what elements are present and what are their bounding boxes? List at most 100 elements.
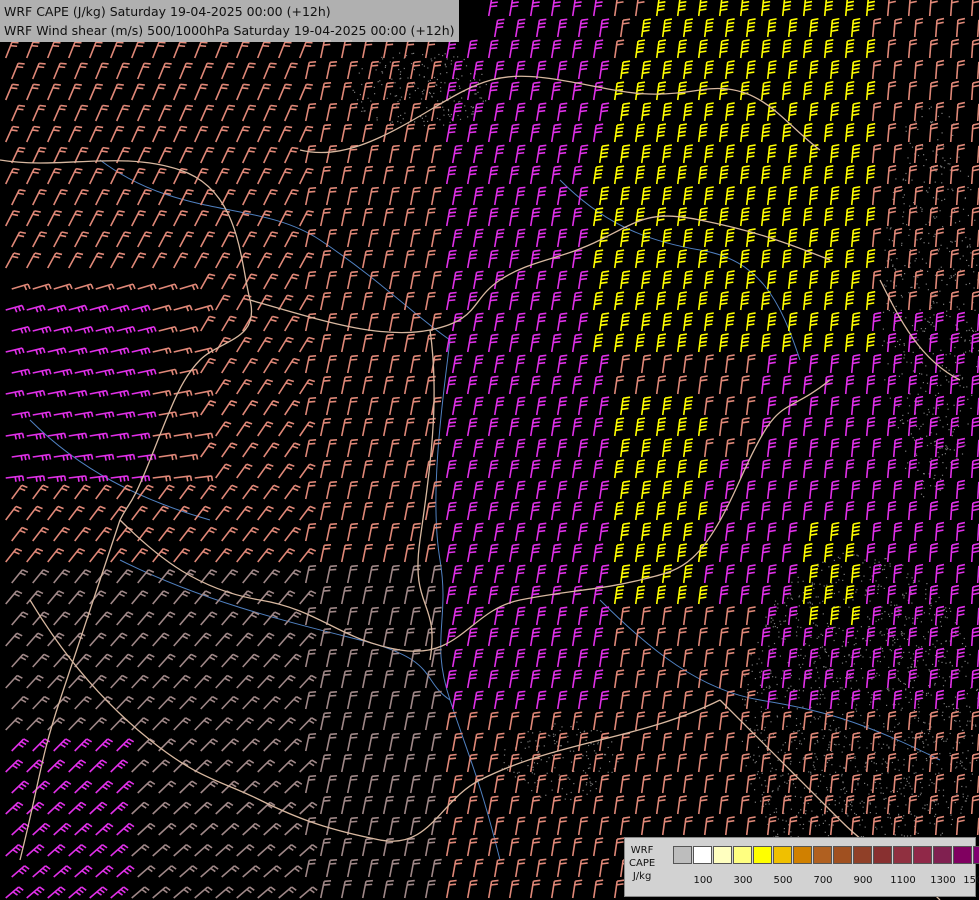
stipple-dot bbox=[813, 587, 815, 590]
stipple-dot bbox=[889, 397, 891, 399]
stipple-dot bbox=[760, 732, 762, 734]
stipple-dot bbox=[945, 640, 947, 642]
stipple-dot bbox=[916, 205, 918, 207]
stipple-dot bbox=[888, 666, 890, 668]
stipple-dot bbox=[869, 704, 871, 706]
stipple-dot bbox=[802, 706, 804, 708]
stipple-dot bbox=[913, 660, 915, 662]
stipple-dot bbox=[925, 588, 927, 591]
stipple-dot bbox=[927, 289, 929, 291]
stipple-dot bbox=[389, 93, 392, 95]
stipple-dot bbox=[959, 220, 961, 222]
stipple-dot bbox=[857, 782, 859, 784]
stipple-dot bbox=[833, 743, 836, 745]
stipple-dot bbox=[960, 812, 962, 814]
stipple-dot bbox=[938, 669, 940, 671]
stipple-dot bbox=[956, 793, 958, 795]
stipple-dot bbox=[864, 782, 866, 784]
stipple-dot bbox=[959, 711, 961, 714]
stipple-dot bbox=[924, 722, 926, 724]
stipple-dot bbox=[934, 181, 936, 183]
stipple-dot bbox=[590, 782, 592, 785]
stipple-dot bbox=[374, 93, 376, 95]
stipple-dot bbox=[898, 815, 900, 817]
stipple-dot bbox=[882, 758, 884, 760]
stipple-dot bbox=[808, 771, 810, 773]
stipple-dot bbox=[953, 404, 955, 406]
stipple-dot bbox=[809, 606, 811, 608]
stipple-dot bbox=[933, 216, 935, 218]
stipple-dot bbox=[829, 741, 831, 743]
stipple-dot bbox=[949, 163, 951, 165]
stipple-dot bbox=[826, 622, 829, 625]
stipple-dot bbox=[914, 815, 916, 817]
stipple-dot bbox=[966, 693, 968, 695]
stipple-dot bbox=[887, 730, 889, 732]
stipple-dot bbox=[935, 813, 937, 815]
stipple-dot bbox=[874, 781, 876, 783]
stipple-dot bbox=[922, 807, 924, 809]
stipple-dot bbox=[586, 793, 588, 795]
stipple-dot bbox=[404, 112, 406, 114]
stipple-dot bbox=[940, 834, 942, 836]
stipple-dot bbox=[800, 666, 802, 669]
stipple-dot bbox=[903, 211, 905, 213]
stipple-dot bbox=[421, 117, 423, 119]
stipple-dot bbox=[887, 772, 889, 774]
stipple-dot bbox=[811, 582, 813, 584]
stipple-dot bbox=[599, 767, 601, 769]
stipple-dot bbox=[773, 642, 776, 645]
stipple-dot bbox=[954, 696, 957, 698]
stipple-dot bbox=[742, 698, 744, 700]
stipple-dot bbox=[927, 692, 929, 694]
stipple-dot bbox=[756, 724, 758, 726]
stipple-dot bbox=[384, 66, 386, 68]
stipple-dot bbox=[933, 302, 935, 304]
stipple-dot bbox=[904, 273, 906, 275]
stipple-dot bbox=[802, 592, 805, 594]
stipple-dot bbox=[909, 162, 911, 164]
stipple-dot bbox=[813, 716, 815, 718]
stipple-dot bbox=[915, 759, 917, 761]
stipple-dot bbox=[456, 77, 458, 80]
stipple-dot bbox=[912, 351, 914, 353]
stipple-dot bbox=[883, 587, 885, 589]
stipple-dot bbox=[595, 781, 597, 783]
stipple-dot bbox=[945, 706, 948, 708]
stipple-dot bbox=[966, 724, 968, 726]
stipple-dot bbox=[851, 805, 853, 807]
stipple-dot bbox=[423, 120, 425, 122]
stipple-dot bbox=[970, 189, 972, 191]
stipple-dot bbox=[821, 569, 823, 571]
stipple-dot bbox=[952, 134, 954, 136]
stipple-dot bbox=[917, 832, 919, 834]
stipple-dot bbox=[927, 744, 929, 746]
stipple-dot bbox=[956, 457, 958, 459]
stipple-dot bbox=[520, 757, 522, 759]
stipple-dot bbox=[546, 772, 548, 774]
stipple-dot bbox=[768, 645, 770, 647]
stipple-dot bbox=[930, 106, 932, 108]
stipple-dot bbox=[976, 366, 978, 368]
stipple-dot bbox=[964, 660, 966, 662]
stipple-dot bbox=[533, 773, 536, 775]
stipple-dot bbox=[950, 814, 952, 816]
stipple-dot bbox=[923, 242, 925, 244]
stipple-dot bbox=[777, 818, 779, 820]
stipple-dot bbox=[977, 688, 979, 690]
stipple-dot bbox=[972, 742, 974, 744]
stipple-dot bbox=[570, 798, 572, 801]
legend-swatch bbox=[893, 846, 912, 864]
stipple-dot bbox=[934, 233, 936, 235]
stipple-dot bbox=[823, 775, 825, 777]
stipple-dot bbox=[907, 667, 909, 669]
stipple-dot bbox=[941, 182, 943, 184]
stipple-dot bbox=[909, 205, 911, 207]
stipple-dot bbox=[901, 634, 903, 637]
stipple-dot bbox=[449, 121, 451, 123]
stipple-dot bbox=[949, 301, 951, 303]
stipple-dot bbox=[763, 729, 765, 731]
wind-shear-cape-map[interactable] bbox=[0, 0, 979, 900]
stipple-dot bbox=[381, 71, 383, 73]
stipple-dot bbox=[921, 373, 923, 375]
